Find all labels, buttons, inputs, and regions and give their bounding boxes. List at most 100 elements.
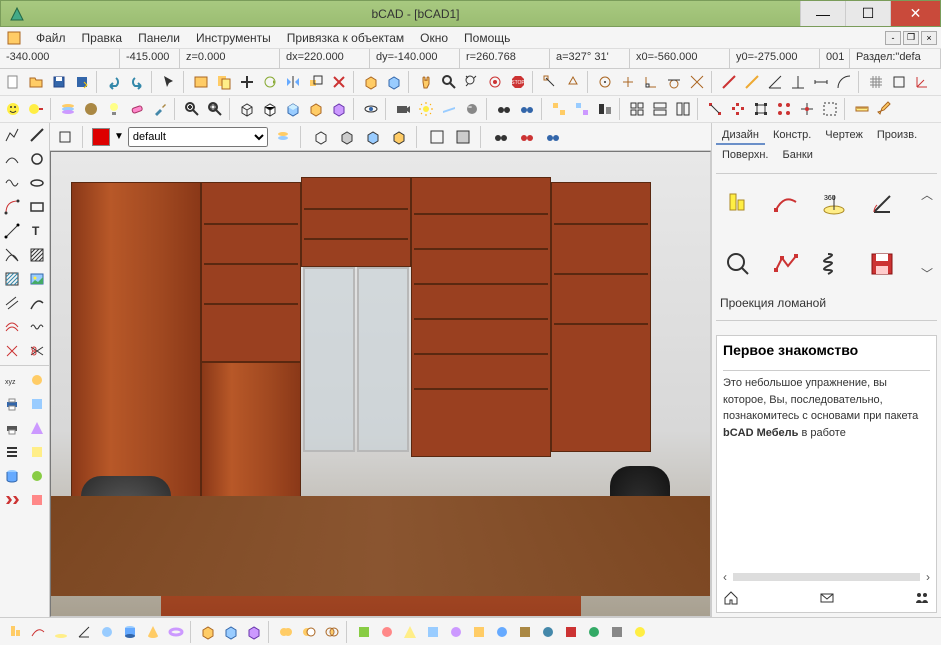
help-prev-icon[interactable]: ‹ — [723, 570, 727, 584]
rtool-save-icon[interactable] — [864, 246, 900, 282]
bt-cone-icon[interactable] — [142, 621, 164, 643]
node1-icon[interactable] — [704, 98, 726, 120]
binoc-icon[interactable] — [493, 98, 515, 120]
polyline-icon[interactable] — [1, 124, 23, 146]
color-swatch[interactable] — [92, 128, 110, 146]
arc3p-icon[interactable] — [1, 148, 23, 170]
menu-file[interactable]: Файл — [28, 28, 74, 48]
rotate-icon[interactable] — [259, 71, 281, 93]
new-icon[interactable] — [2, 71, 24, 93]
curve-icon[interactable] — [26, 292, 48, 314]
node6-icon[interactable] — [819, 98, 841, 120]
bt-box-icon[interactable] — [197, 621, 219, 643]
tab-konstr[interactable]: Констр. — [767, 127, 817, 145]
print2-icon[interactable] — [1, 417, 23, 439]
scale-icon[interactable] — [305, 71, 327, 93]
maximize-button[interactable]: ☐ — [845, 1, 890, 26]
brush-icon[interactable] — [149, 98, 171, 120]
ungroup-icon[interactable] — [571, 98, 593, 120]
panel-icon[interactable] — [190, 71, 212, 93]
eraser-icon[interactable] — [126, 98, 148, 120]
box3d-icon[interactable] — [360, 71, 382, 93]
zoomwin-icon[interactable] — [204, 98, 226, 120]
arc-icon[interactable] — [833, 71, 855, 93]
scroll-down-icon[interactable]: ﹀ — [921, 265, 935, 282]
node4-icon[interactable] — [773, 98, 795, 120]
box3d2-icon[interactable] — [383, 71, 405, 93]
group-icon[interactable] — [548, 98, 570, 120]
bt-tool8-icon[interactable] — [514, 621, 536, 643]
tool-a-icon[interactable] — [26, 369, 48, 391]
people-icon[interactable] — [914, 590, 930, 606]
parallel-icon[interactable] — [1, 292, 23, 314]
measure-icon[interactable] — [851, 98, 873, 120]
grid-icon[interactable] — [865, 71, 887, 93]
viewcube1-icon[interactable] — [310, 126, 332, 148]
menu-snap[interactable]: Привязка к объектам — [279, 28, 412, 48]
marker-icon[interactable] — [54, 126, 76, 148]
bt-tool11-icon[interactable] — [583, 621, 605, 643]
eye-icon[interactable] — [360, 98, 382, 120]
text-icon[interactable]: T — [26, 220, 48, 242]
tab-design[interactable]: Дизайн — [716, 127, 765, 145]
bt-sub-icon[interactable] — [298, 621, 320, 643]
spline-icon[interactable] — [1, 172, 23, 194]
rtool-spring-icon[interactable] — [816, 246, 852, 282]
circle-icon[interactable] — [26, 148, 48, 170]
viewcube3-icon[interactable] — [362, 126, 384, 148]
shaded2-icon[interactable] — [305, 98, 327, 120]
node3-icon[interactable] — [750, 98, 772, 120]
trim-icon[interactable] — [26, 340, 48, 362]
bt-tool5-icon[interactable] — [445, 621, 467, 643]
menu-help[interactable]: Помощь — [456, 28, 518, 48]
snap-int-icon[interactable] — [686, 71, 708, 93]
mdi-minimize[interactable]: - — [885, 31, 901, 45]
rtool-revolve-icon[interactable]: 360 — [816, 186, 852, 222]
pencil-icon[interactable] — [874, 98, 896, 120]
bt-sphere-icon[interactable] — [96, 621, 118, 643]
vp-find2-icon[interactable] — [516, 126, 538, 148]
sphere-icon[interactable] — [461, 98, 483, 120]
snap-mid-icon[interactable] — [562, 71, 584, 93]
bt-rev-icon[interactable] — [50, 621, 72, 643]
target-icon[interactable] — [484, 71, 506, 93]
bt-box2-icon[interactable] — [220, 621, 242, 643]
render-icon[interactable] — [328, 98, 350, 120]
menu-edit[interactable]: Правка — [74, 28, 131, 48]
viewport-3d[interactable] — [50, 151, 711, 617]
print-icon[interactable] — [1, 393, 23, 415]
home-icon[interactable] — [723, 590, 739, 606]
rtool-extrude-icon[interactable] — [720, 186, 756, 222]
list-icon[interactable] — [1, 441, 23, 463]
layers-icon[interactable] — [272, 126, 294, 148]
tab-banks[interactable]: Банки — [777, 147, 819, 163]
coord-icon[interactable] — [911, 71, 933, 93]
bt-tool9-icon[interactable] — [537, 621, 559, 643]
help-next-icon[interactable]: › — [926, 570, 930, 584]
image-icon[interactable] — [26, 268, 48, 290]
tool-c-icon[interactable] — [26, 417, 48, 439]
grid3-icon[interactable] — [672, 98, 694, 120]
cursor-icon[interactable] — [158, 71, 180, 93]
light-icon[interactable] — [103, 98, 125, 120]
rtool-path-icon[interactable] — [768, 186, 804, 222]
snap-perp-icon[interactable] — [640, 71, 662, 93]
line-icon[interactable] — [26, 124, 48, 146]
line-yellow-icon[interactable] — [741, 71, 763, 93]
redo-icon[interactable] — [126, 71, 148, 93]
plane-icon[interactable] — [438, 98, 460, 120]
explode-icon[interactable] — [1, 340, 23, 362]
vp-find3-icon[interactable] — [542, 126, 564, 148]
crossing-icon[interactable] — [1, 244, 23, 266]
menu-window[interactable]: Окно — [412, 28, 456, 48]
bt-extrude-icon[interactable] — [4, 621, 26, 643]
tool-d-icon[interactable] — [26, 441, 48, 463]
bt-tool1-icon[interactable] — [353, 621, 375, 643]
node2-icon[interactable] — [727, 98, 749, 120]
mirror-icon[interactable] — [282, 71, 304, 93]
shaded-icon[interactable] — [282, 98, 304, 120]
perp-icon[interactable] — [787, 71, 809, 93]
rtool-angle-icon[interactable] — [864, 186, 900, 222]
bt-union-icon[interactable] — [275, 621, 297, 643]
bt-int-icon[interactable] — [321, 621, 343, 643]
